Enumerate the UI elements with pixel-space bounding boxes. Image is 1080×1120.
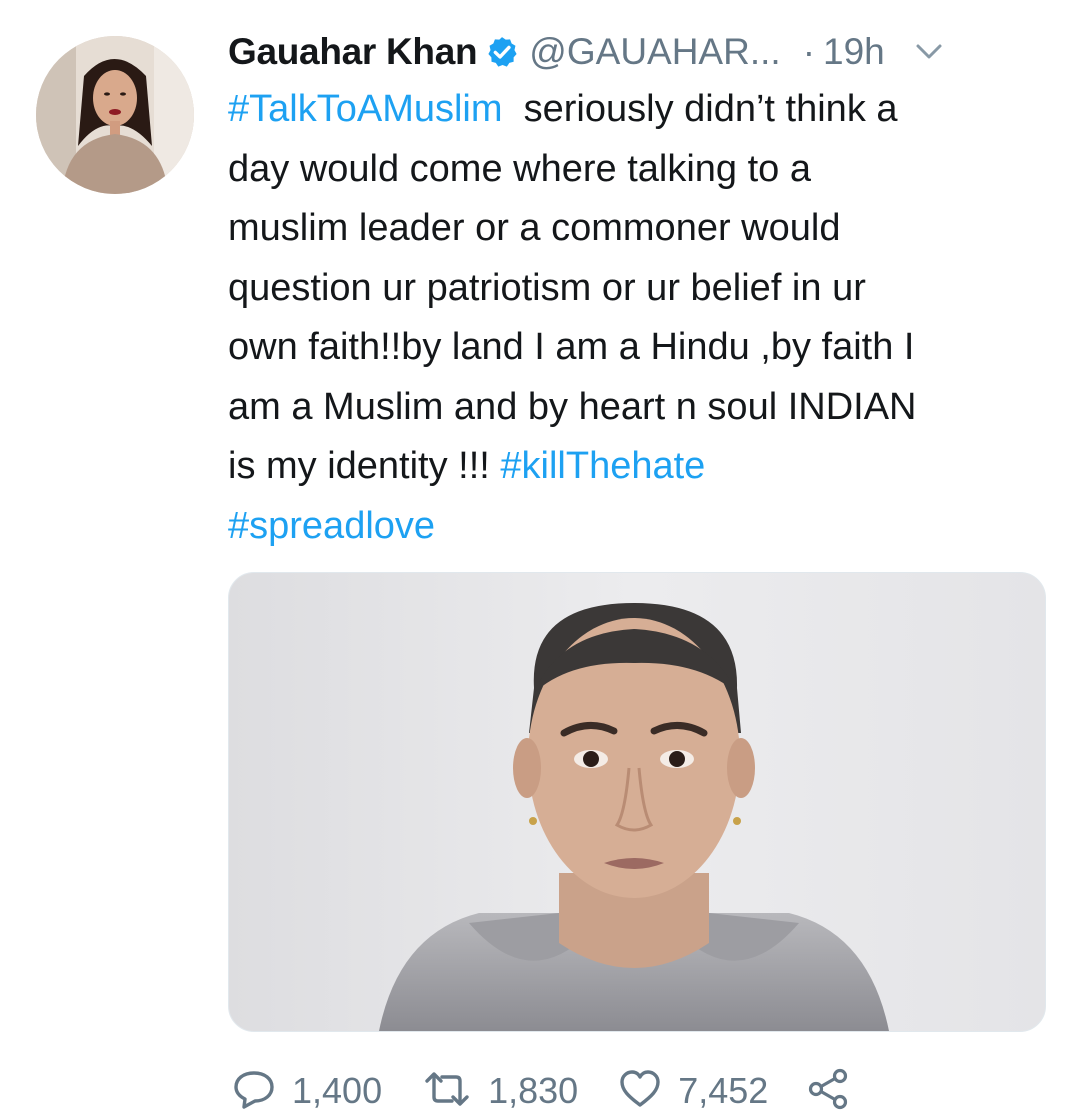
tweet-text-line: own faith!!by land I am a Hindu ,by fait… — [228, 318, 1058, 378]
like-button[interactable]: 7,452 — [618, 1069, 768, 1114]
tweet-text-segment: day would come where talking to a — [228, 147, 811, 190]
retweet-count: 1,830 — [488, 1070, 579, 1111]
tweet-text-line: #TalkToAMuslim seriously didn’t think a — [228, 80, 1058, 140]
tweet-text-line: muslim leader or a commoner would — [228, 199, 1058, 259]
tweet-text-line: is my identity !!! #killThehate — [228, 437, 1058, 497]
reply-icon — [232, 1069, 276, 1114]
tweet-text: #TalkToAMuslim seriously didn’t think a d… — [228, 80, 1058, 556]
tweet-media-image[interactable] — [228, 572, 1046, 1032]
verified-badge-icon — [485, 35, 519, 69]
tweet-text-segment: seriously didn’t think a — [502, 88, 898, 130]
tweet-text-line: day would come where talking to a — [228, 140, 1058, 200]
author-handle[interactable]: @GAUAHAR... — [529, 31, 780, 73]
retweet-button[interactable]: 1,830 — [422, 1069, 578, 1114]
heart-icon — [618, 1069, 662, 1114]
tweet-actions: 1,400 1,830 7,452 — [232, 1062, 850, 1120]
hashtag-link[interactable]: #TalkToAMuslim — [228, 88, 503, 130]
photo-portrait — [229, 573, 1045, 1031]
hashtag-link[interactable]: #spreadlove — [228, 505, 435, 547]
avatar[interactable] — [36, 36, 194, 194]
tweet-header: Gauahar Khan @GAUAHAR... · 19h — [228, 26, 1058, 78]
tweet-text-line: question ur patriotism or ur belief in u… — [228, 259, 1058, 319]
share-icon — [806, 1067, 850, 1116]
tweet-text-segment: own faith!!by land I am a Hindu ,by fait… — [228, 326, 915, 368]
retweet-icon — [422, 1069, 472, 1114]
share-button[interactable] — [806, 1067, 850, 1116]
tweet-text-segment: muslim leader or a commoner would — [228, 207, 841, 249]
reply-button[interactable]: 1,400 — [232, 1069, 382, 1114]
author-name[interactable]: Gauahar Khan — [228, 31, 478, 73]
tweet-text-segment: question ur patriotism or ur belief in u… — [228, 266, 866, 309]
hashtag-link[interactable]: #killThehate — [500, 445, 705, 487]
chevron-down-icon[interactable] — [915, 43, 943, 61]
like-count: 7,452 — [678, 1070, 769, 1111]
tweet-text-segment: am a Muslim and by heart n soul INDIAN — [228, 385, 917, 428]
tweet-text-segment: is my identity !!! — [228, 445, 501, 487]
avatar-photo — [36, 36, 194, 194]
tweet-timestamp[interactable]: 19h — [823, 31, 885, 73]
reply-count: 1,400 — [292, 1070, 383, 1111]
separator-dot: · — [802, 31, 816, 72]
tweet-text-line: am a Muslim and by heart n soul INDIAN — [228, 378, 1058, 438]
tweet-text-line: #spreadlove — [228, 497, 1058, 557]
